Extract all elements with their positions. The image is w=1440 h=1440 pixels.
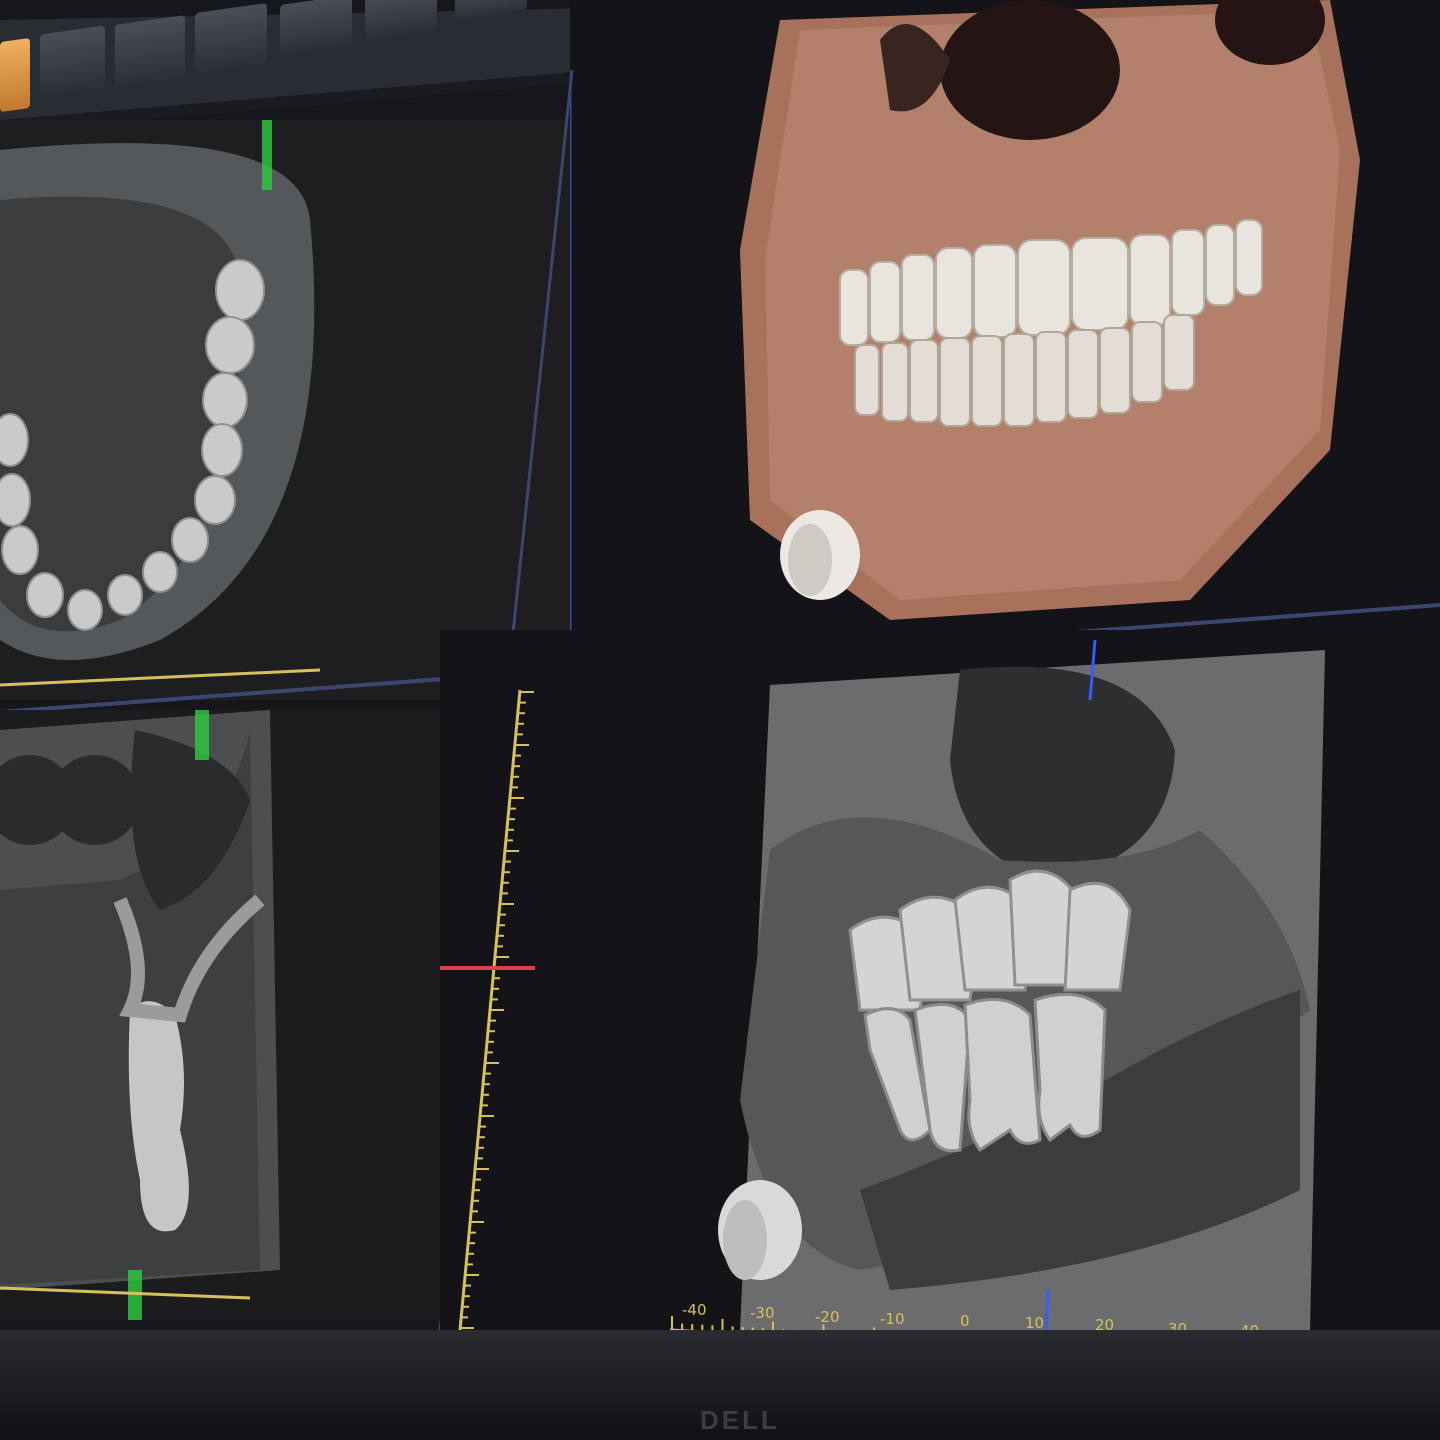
coronal-crosshair-top	[195, 710, 209, 760]
monitor-brand-logo: DELL	[700, 1405, 780, 1435]
sagittal-view[interactable]: -40 -30 -20 -10 0 10 20 30 40	[440, 630, 1440, 1340]
coronal-view[interactable]	[0, 710, 460, 1320]
orientation-head-icon	[718, 1180, 802, 1280]
x-tick-label-m40: -40	[682, 1301, 707, 1319]
x-tick-label-0: 0	[960, 1312, 970, 1330]
x-tick-label-m20: -20	[815, 1308, 840, 1326]
viewer-screen: -40 -30 -20 -10 0 10 20 30 40	[0, 0, 1440, 1400]
x-tick-label-m10: -10	[880, 1310, 905, 1328]
x-tick-label-m30: -30	[750, 1304, 775, 1322]
lower-molars	[863, 992, 1107, 1153]
